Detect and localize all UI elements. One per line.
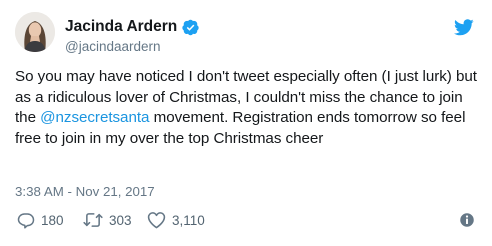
retweet-icon: [83, 213, 103, 227]
display-name[interactable]: Jacinda Ardern: [65, 18, 177, 36]
heart-icon: [147, 212, 166, 229]
twitter-bird-icon[interactable]: [454, 19, 474, 36]
info-icon[interactable]: [458, 211, 476, 229]
like-count: 3,110: [172, 212, 205, 228]
reply-count: 180: [41, 212, 64, 228]
verified-badge-icon: [182, 19, 199, 35]
name-row: Jacinda Ardern: [65, 18, 199, 36]
avatar[interactable]: [15, 12, 55, 52]
tweet-timestamp[interactable]: 3:38 AM - Nov 21, 2017: [15, 184, 155, 199]
user-handle[interactable]: @jacindaardern: [65, 39, 161, 54]
retweet-button[interactable]: 303: [83, 208, 132, 232]
like-button[interactable]: 3,110: [147, 208, 205, 232]
profile-photo: [15, 12, 55, 52]
retweet-count: 303: [109, 212, 132, 228]
tweet-card: Jacinda Ardern @jacindaardern So you may…: [0, 0, 492, 246]
action-bar: 180 303 3,110: [15, 208, 485, 232]
tweet-text: So you may have noticed I don't tweet es…: [15, 67, 485, 149]
mention-link[interactable]: @nzsecretsanta: [40, 109, 149, 126]
reply-button[interactable]: 180: [17, 208, 64, 232]
reply-icon: [17, 213, 35, 229]
